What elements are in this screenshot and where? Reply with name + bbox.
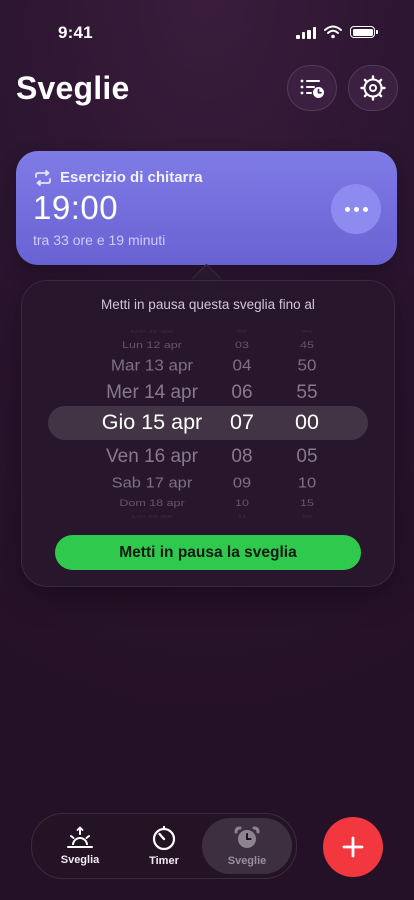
wifi-icon <box>324 25 342 39</box>
picker-row[interactable]: 08 <box>212 447 272 466</box>
picker-row[interactable]: Ven 16 apr <box>82 447 222 466</box>
picker-row[interactable]: 40 <box>277 329 337 333</box>
tab-sveglia[interactable]: Sveglia <box>36 814 124 878</box>
sunrise-icon <box>67 826 93 848</box>
timer-icon <box>152 825 176 851</box>
alarm-label-row: Esercizio di chitarra <box>34 169 203 186</box>
picker-row[interactable]: 45 <box>277 341 337 350</box>
add-alarm-button[interactable] <box>323 817 383 877</box>
picker-row[interactable]: Dom 18 apr <box>82 499 222 508</box>
battery-icon <box>350 26 378 38</box>
gear-icon <box>360 75 386 101</box>
list-clock-icon <box>300 79 324 98</box>
tab-sveglia-label: Sveglia <box>60 854 100 866</box>
ellipsis-icon <box>344 206 350 212</box>
alarm-countdown: tra 33 ore e 19 minuti <box>33 232 166 248</box>
cellular-signal-icon <box>296 27 316 39</box>
date-time-picker[interactable]: Lun 11 apr Lun 12 apr Mar 13 apr Mer 14 apr… <box>22 325 394 518</box>
tab-timer[interactable]: Timer <box>120 814 208 878</box>
alarm-card[interactable]: Esercizio di chitarra 19:00 tra 33 ore e… <box>16 151 397 265</box>
picker-row[interactable]: 20 <box>277 514 337 518</box>
popover-title: Metti in pausa questa sveglia fino al <box>101 297 315 312</box>
pause-alarm-button[interactable]: Metti in pausa la sveglia <box>55 535 361 570</box>
picker-row[interactable]: 11 <box>212 514 272 518</box>
date-wheel[interactable]: Lun 11 apr Lun 12 apr Mar 13 apr Mer 14 apr… <box>82 325 222 518</box>
picker-row[interactable]: 07 <box>212 412 272 434</box>
picker-row[interactable]: Gio 15 apr <box>82 412 222 434</box>
page-title: Sveglie <box>16 70 130 106</box>
tab-bar: Sveglia Timer Sveglie <box>31 813 297 879</box>
status-time: 9:41 <box>58 23 93 42</box>
picker-row[interactable]: Lun 11 apr <box>82 329 222 333</box>
hour-wheel[interactable]: 02 03 04 06 07 08 09 10 11 <box>212 325 272 518</box>
picker-row[interactable]: Mar 13 apr <box>82 357 222 372</box>
tab-sveglie-label: Sveglie <box>227 855 267 867</box>
picker-row[interactable]: Lun 12 apr <box>82 341 222 350</box>
picker-row[interactable]: 55 <box>277 383 337 402</box>
picker-row[interactable]: 02 <box>212 329 272 333</box>
picker-row[interactable]: 50 <box>277 357 337 372</box>
alarm-time: 19:00 <box>33 189 119 226</box>
status-bar: 9:41 <box>0 0 414 56</box>
picker-row[interactable]: Mer 14 apr <box>82 383 222 402</box>
alarm-label: Esercizio di chitarra <box>60 169 203 186</box>
picker-row[interactable]: 04 <box>212 357 272 372</box>
settings-button[interactable] <box>348 65 398 111</box>
picker-row[interactable]: 05 <box>277 447 337 466</box>
plus-icon <box>342 836 364 858</box>
alarm-clock-icon <box>234 826 260 848</box>
more-options-button[interactable] <box>331 184 381 234</box>
picker-row[interactable]: 03 <box>212 341 272 350</box>
picker-row[interactable]: 15 <box>277 499 337 508</box>
tab-sveglie[interactable]: Sveglie <box>202 818 292 874</box>
picker-row[interactable]: 09 <box>212 476 272 491</box>
tab-timer-label: Timer <box>149 855 179 867</box>
picker-row[interactable]: Lun 19 apr <box>82 514 222 518</box>
picker-row[interactable]: Sab 17 apr <box>82 476 222 491</box>
picker-row[interactable]: 00 <box>277 412 337 434</box>
minute-wheel[interactable]: 40 45 50 55 00 05 10 15 20 <box>277 325 337 518</box>
repeat-icon <box>35 169 51 186</box>
picker-row[interactable]: 06 <box>212 383 272 402</box>
sort-schedule-button[interactable] <box>287 65 337 111</box>
picker-row[interactable]: 10 <box>277 476 337 491</box>
pause-popover: Metti in pausa questa sveglia fino al Lu… <box>21 280 395 587</box>
picker-row[interactable]: 10 <box>212 499 272 508</box>
